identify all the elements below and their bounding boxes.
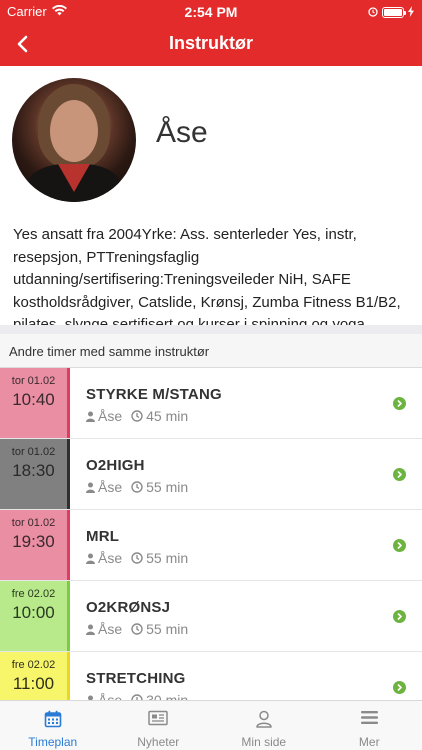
alarm-icon (368, 5, 378, 20)
person-icon (86, 411, 95, 422)
instructor-name: Åse (156, 116, 208, 149)
newspaper-icon (106, 710, 212, 726)
session-row[interactable]: fre 02.02 11:00 STRETCHING Åse 30 min (0, 652, 422, 700)
session-start-time: 10:40 (12, 390, 55, 409)
tab-label: Min side (241, 735, 287, 749)
session-list: tor 01.02 10:40 STYRKE M/STANG Åse 45 min tor… (0, 368, 422, 700)
session-time-block: fre 02.02 11:00 (0, 652, 70, 700)
person-icon (86, 553, 95, 564)
session-date: tor 01.02 (11, 446, 56, 458)
session-instructor: Åse (98, 408, 123, 424)
section-divider (0, 325, 422, 334)
session-duration: 55 min (146, 621, 189, 637)
session-meta: Åse 55 min (86, 550, 188, 566)
status-right (368, 5, 414, 20)
session-time-block: fre 02.02 10:00 (0, 581, 70, 651)
status-time: 2:54 PM (184, 4, 238, 20)
person-icon (86, 482, 95, 493)
clock-icon (131, 552, 143, 564)
person-icon (86, 624, 95, 635)
chevron-right-icon (393, 397, 406, 410)
tab-timeplan[interactable]: Timeplan (0, 701, 106, 750)
session-instructor: Åse (98, 550, 123, 566)
session-meta: Åse 30 min (86, 692, 188, 700)
chevron-right-icon (393, 681, 406, 694)
session-date: tor 01.02 (11, 375, 56, 387)
clock-icon (131, 623, 143, 635)
session-title: STRETCHING (86, 670, 186, 687)
session-date: fre 02.02 (11, 588, 56, 600)
menu-icon (317, 710, 422, 725)
session-meta: Åse 55 min (86, 479, 188, 495)
avatar (12, 78, 136, 202)
session-date: fre 02.02 (11, 659, 56, 671)
clock-icon (131, 481, 143, 493)
session-start-time: 11:00 (12, 674, 55, 693)
user-icon (211, 710, 317, 728)
session-instructor: Åse (98, 692, 123, 700)
session-instructor: Åse (98, 479, 123, 495)
session-meta: Åse 45 min (86, 408, 188, 424)
page-title: Instruktør (168, 33, 253, 53)
session-duration: 55 min (146, 479, 189, 495)
status-bar: Carrier 2:54 PM (0, 0, 422, 22)
chevron-right-icon (393, 610, 406, 623)
tab-min-side[interactable]: Min side (211, 701, 317, 750)
tab-mer[interactable]: Mer (317, 701, 422, 750)
session-title: O2HIGH (86, 457, 145, 474)
tab-label: Nyheter (137, 735, 180, 749)
instructor-profile: Åse (0, 66, 422, 206)
chevron-right-icon (393, 539, 406, 552)
session-time-block: tor 01.02 10:40 (0, 368, 70, 438)
session-row[interactable]: tor 01.02 19:30 MRL Åse 55 min (0, 510, 422, 581)
session-title: STYRKE M/STANG (86, 386, 222, 403)
tab-bar: Timeplan Nyheter Min side Mer (0, 700, 422, 750)
session-instructor: Åse (98, 621, 123, 637)
calendar-icon (0, 710, 106, 728)
session-row[interactable]: tor 01.02 10:40 STYRKE M/STANG Åse 45 min (0, 368, 422, 439)
session-row[interactable]: fre 02.02 10:00 O2KRØNSJ Åse 55 min (0, 581, 422, 652)
session-meta: Åse 55 min (86, 621, 188, 637)
session-row[interactable]: tor 01.02 18:30 O2HIGH Åse 55 min (0, 439, 422, 510)
session-duration: 30 min (146, 692, 189, 700)
session-start-time: 18:30 (12, 461, 55, 480)
chevron-right-icon (393, 468, 406, 481)
session-title: MRL (86, 528, 120, 545)
session-title: O2KRØNSJ (86, 599, 171, 616)
session-duration: 45 min (146, 408, 189, 424)
session-start-time: 10:00 (12, 603, 55, 622)
session-time-block: tor 01.02 19:30 (0, 510, 70, 580)
section-title: Andre timer med samme instruktør (9, 344, 210, 359)
session-duration: 55 min (146, 550, 189, 566)
clock-icon (131, 410, 143, 422)
instructor-bio: Yes ansatt fra 2004Yrke: Ass. senterlede… (13, 226, 401, 333)
battery-icon (382, 7, 406, 18)
navigation-bar: Instruktør (0, 22, 422, 66)
tab-label: Timeplan (28, 735, 78, 749)
session-start-time: 19:30 (12, 532, 55, 551)
session-date: tor 01.02 (11, 517, 56, 529)
session-time-block: tor 01.02 18:30 (0, 439, 70, 509)
section-header: Andre timer med samme instruktør (0, 334, 422, 368)
charging-icon (408, 5, 414, 20)
tab-label: Mer (358, 735, 380, 749)
tab-nyheter[interactable]: Nyheter (106, 701, 212, 750)
